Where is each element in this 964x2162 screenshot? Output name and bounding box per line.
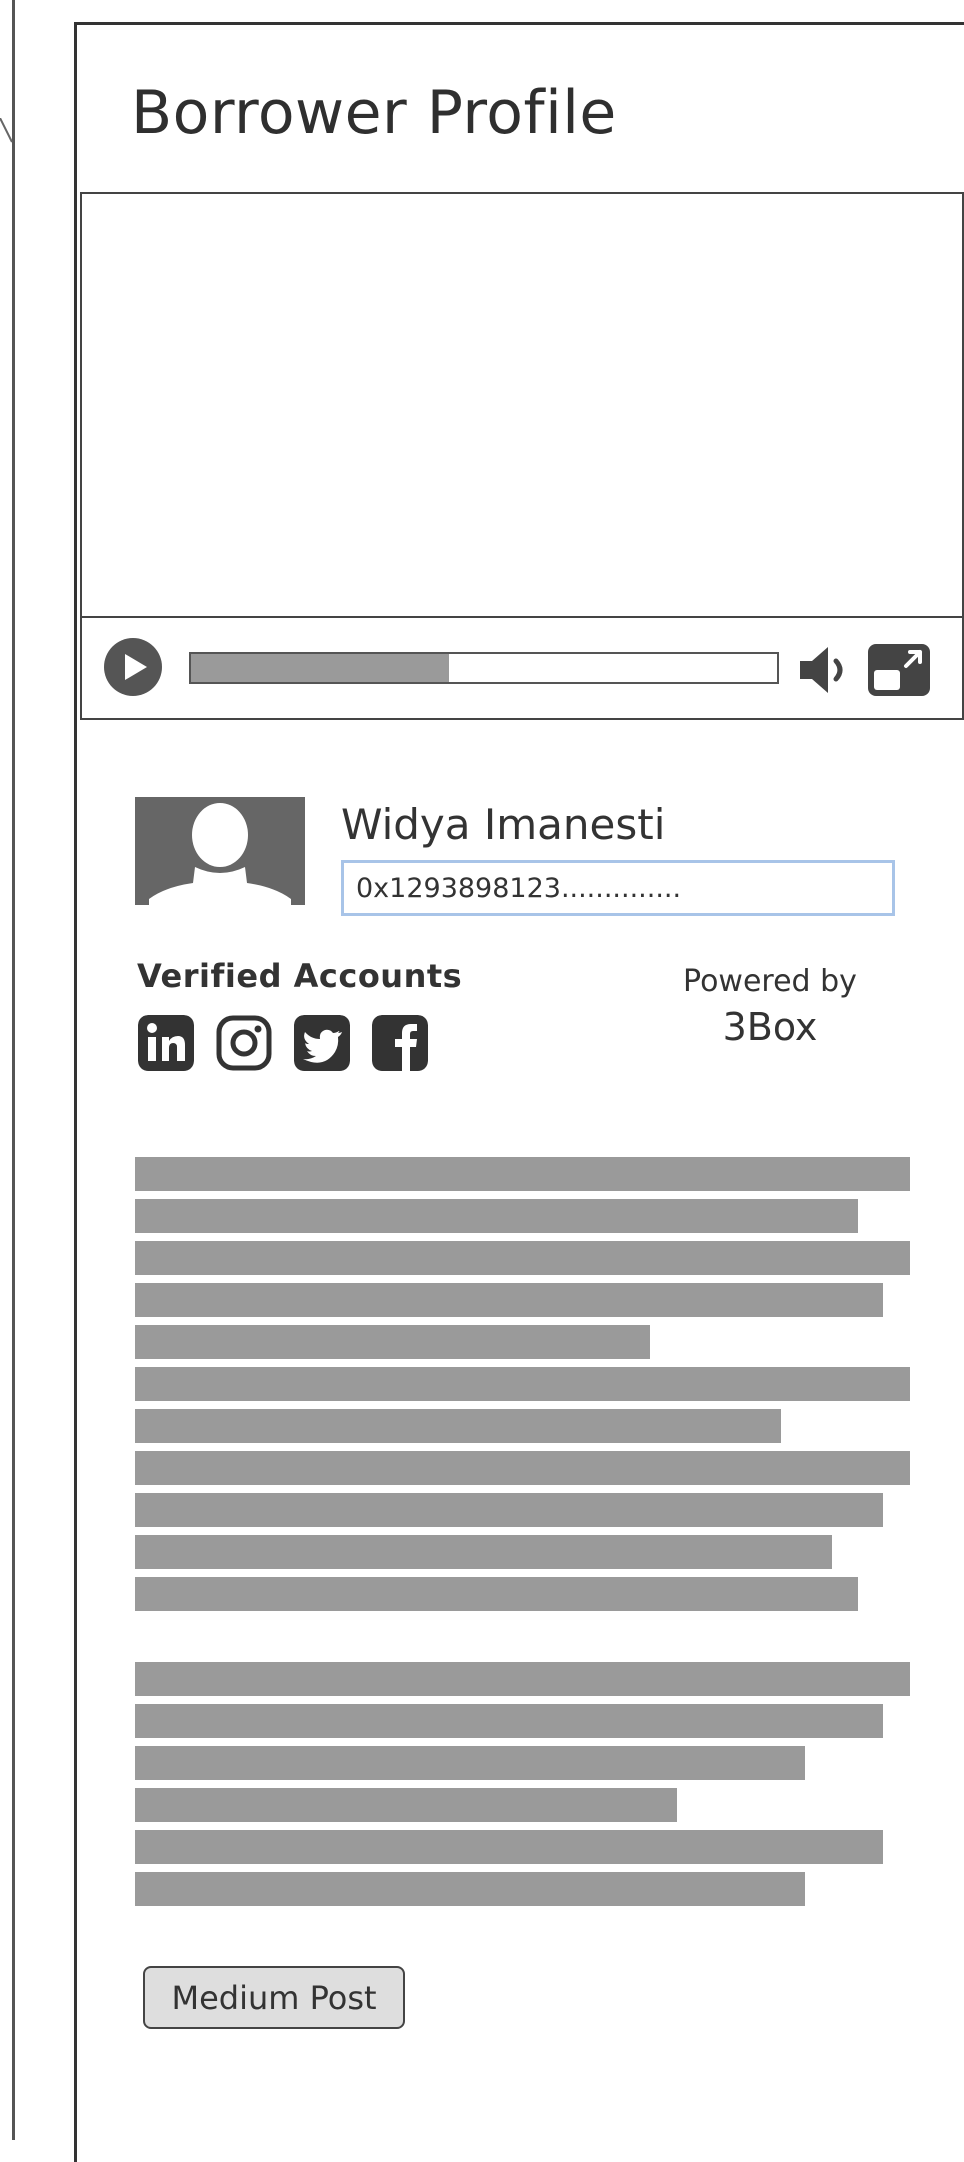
text-placeholder-line: [135, 1367, 910, 1401]
text-placeholder-line: [135, 1157, 910, 1191]
facebook-icon[interactable]: [372, 1015, 428, 1071]
profile-name: Widya Imanesti: [341, 800, 666, 849]
text-placeholder-line: [135, 1535, 832, 1569]
page-title: Borrower Profile: [131, 78, 617, 148]
left-panel-edge: [12, 0, 15, 2140]
text-placeholder-line: [135, 1872, 805, 1906]
linkedin-icon[interactable]: [138, 1015, 194, 1071]
verified-accounts-icons: [138, 1015, 428, 1071]
bio-paragraph-2: [135, 1662, 910, 1914]
video-progress-bar[interactable]: [189, 652, 779, 684]
fullscreen-icon[interactable]: [866, 642, 932, 698]
text-placeholder-line: [135, 1577, 858, 1611]
volume-icon[interactable]: [798, 644, 856, 696]
text-placeholder-line: [135, 1830, 883, 1864]
bio-paragraph-1: [135, 1157, 910, 1619]
powered-by-label: Powered by: [683, 964, 857, 999]
play-button[interactable]: [104, 638, 162, 696]
text-placeholder-line: [135, 1662, 910, 1696]
text-placeholder-line: [135, 1325, 650, 1359]
video-controls: [82, 616, 962, 718]
text-placeholder-line: [135, 1493, 883, 1527]
text-placeholder-line: [135, 1704, 883, 1738]
twitter-icon[interactable]: [294, 1015, 350, 1071]
video-player[interactable]: [80, 192, 964, 720]
instagram-icon[interactable]: [216, 1015, 272, 1071]
powered-by-brand: 3Box: [722, 1005, 818, 1049]
verified-accounts-title: Verified Accounts: [137, 957, 463, 995]
text-placeholder-line: [135, 1241, 910, 1275]
text-placeholder-line: [135, 1409, 781, 1443]
text-placeholder-line: [135, 1283, 883, 1317]
wallet-address-field[interactable]: [341, 860, 895, 916]
text-placeholder-line: [135, 1199, 858, 1233]
video-progress-fill: [191, 654, 449, 682]
text-placeholder-line: [135, 1788, 677, 1822]
medium-post-button[interactable]: Medium Post: [143, 1966, 405, 2029]
text-placeholder-line: [135, 1451, 910, 1485]
text-placeholder-line: [135, 1746, 805, 1780]
user-silhouette-icon: [149, 803, 291, 905]
left-panel-stroke: [0, 118, 13, 143]
avatar: [135, 797, 305, 905]
powered-by: Powered by 3Box: [640, 964, 900, 1049]
